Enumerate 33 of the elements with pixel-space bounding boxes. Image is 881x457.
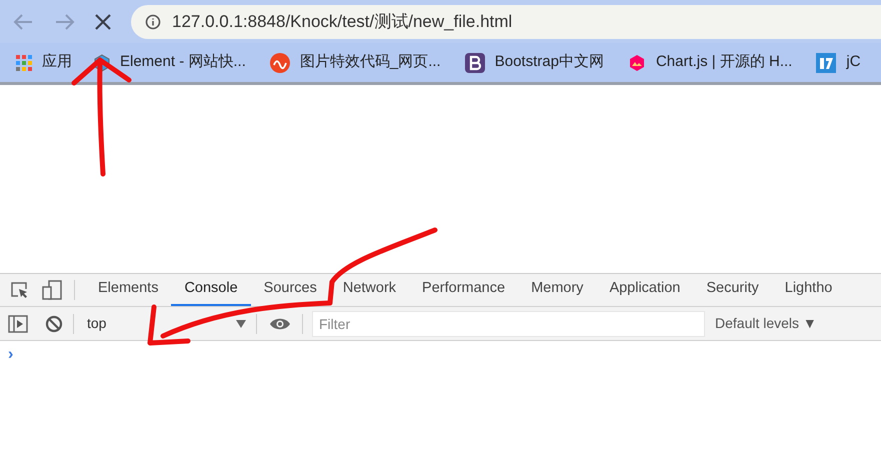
clear-icon[interactable]: [45, 314, 63, 332]
bookmark-item[interactable]: jC: [816, 51, 861, 74]
hexagon-icon: [628, 54, 646, 72]
address-bar[interactable]: 127.0.0.1:8848/Knock/test/测试/new_file.html: [131, 4, 881, 38]
b-logo-icon: [464, 52, 485, 72]
devtools-tab[interactable]: Application: [596, 274, 694, 306]
sidebar-toggle-icon[interactable]: [8, 314, 28, 332]
context-value: top: [87, 314, 106, 333]
context-dropdown[interactable]: top: [79, 310, 254, 336]
devtools-tab[interactable]: Sources: [250, 274, 330, 306]
devtools-tab[interactable]: Security: [693, 274, 772, 306]
device-icon[interactable]: [42, 280, 62, 300]
eye-icon[interactable]: [269, 316, 291, 330]
info-icon[interactable]: [145, 14, 161, 30]
stop-icon[interactable]: [95, 14, 111, 30]
filter-field[interactable]: Filter: [312, 310, 705, 336]
devtools-tab[interactable]: Elements: [85, 274, 172, 306]
square-logo-icon: [816, 52, 836, 72]
bookmark-item[interactable]: 应用: [16, 51, 72, 74]
bookmark-item[interactable]: 图片特效代码_网页...: [270, 51, 441, 74]
apps-grid-icon: [16, 54, 32, 70]
levels-dropdown[interactable]: Default levels ▼: [715, 313, 817, 334]
devtools-tab[interactable]: Memory: [518, 274, 596, 306]
devtools-tab[interactable]: Performance: [409, 274, 518, 306]
bookmark-item[interactable]: Chart.js | 开源的 H...: [628, 51, 792, 74]
bookmark-item[interactable]: Bootstrap中文网: [464, 51, 604, 74]
devtools-tab[interactable]: Network: [330, 274, 410, 306]
inspect-icon[interactable]: [10, 280, 30, 300]
devtools-tab[interactable]: Lightho: [772, 274, 846, 306]
console-prompt: ›: [8, 346, 14, 363]
url-text: 127.0.0.1:8848/Knock/test/测试/new_file.html: [172, 10, 512, 33]
php-icon: [270, 52, 290, 72]
dropdown-caret-icon: [236, 320, 246, 328]
